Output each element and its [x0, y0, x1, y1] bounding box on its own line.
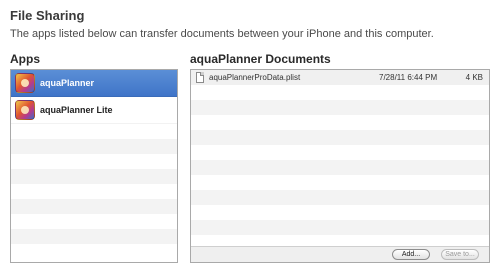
document-name: aquaPlannerProData.plist — [209, 73, 301, 82]
document-date: 7/28/11 6:44 PM — [379, 73, 438, 82]
list-empty-row — [11, 244, 177, 259]
app-item-aquaplanner[interactable]: aquaPlanner — [11, 70, 177, 97]
list-empty-row — [11, 184, 177, 199]
document-file-icon — [196, 72, 204, 83]
document-row[interactable]: aquaPlannerProData.plist 7/28/11 6:44 PM… — [191, 70, 489, 85]
list-empty-row — [11, 229, 177, 244]
aquaplanner-app-icon — [15, 73, 35, 93]
aquaplanner-lite-app-icon — [15, 100, 35, 120]
apps-heading: Apps — [10, 52, 40, 66]
list-empty-row — [191, 220, 489, 235]
list-empty-row — [191, 130, 489, 145]
list-empty-row — [191, 160, 489, 175]
list-empty-row — [11, 154, 177, 169]
documents-list[interactable]: aquaPlannerProData.plist 7/28/11 6:44 PM… — [190, 69, 490, 263]
documents-heading: aquaPlanner Documents — [190, 52, 331, 66]
apps-list[interactable]: aquaPlanner aquaPlanner Lite — [10, 69, 178, 263]
documents-footer: Add... Save to... — [191, 246, 489, 262]
save-to-button[interactable]: Save to... — [441, 249, 479, 260]
list-empty-row — [191, 205, 489, 220]
file-sharing-description: The apps listed below can transfer docum… — [10, 28, 434, 40]
list-empty-row — [11, 124, 177, 139]
file-sharing-title: File Sharing — [10, 8, 85, 23]
app-item-aquaplanner-lite[interactable]: aquaPlanner Lite — [11, 97, 177, 124]
list-empty-row — [191, 85, 489, 100]
list-empty-row — [11, 169, 177, 184]
list-empty-row — [191, 115, 489, 130]
list-empty-row — [191, 100, 489, 115]
list-empty-row — [11, 199, 177, 214]
app-item-label: aquaPlanner Lite — [40, 105, 113, 115]
list-empty-row — [11, 139, 177, 154]
list-empty-row — [191, 175, 489, 190]
list-empty-row — [191, 190, 489, 205]
app-item-label: aquaPlanner — [40, 78, 95, 88]
add-button[interactable]: Add... — [392, 249, 430, 260]
document-size: 4 KB — [465, 73, 483, 82]
list-empty-row — [191, 145, 489, 160]
list-empty-row — [11, 214, 177, 229]
